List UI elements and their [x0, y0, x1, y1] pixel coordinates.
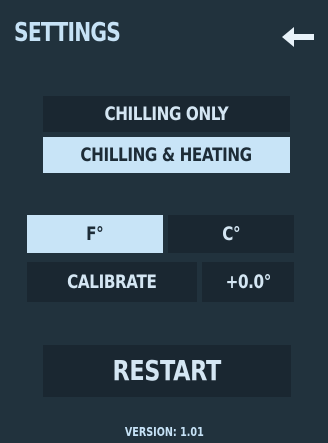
restart-button[interactable]: RESTART — [43, 345, 291, 397]
version-text: VERSION: 1.01 — [0, 425, 328, 439]
calibrate-button[interactable]: CALIBRATE — [27, 262, 197, 302]
back-button[interactable] — [280, 24, 316, 50]
mode-chilling-heating-button[interactable]: CHILLING & HEATING — [43, 137, 290, 173]
arrow-left-icon — [282, 27, 314, 47]
unit-fahrenheit-button[interactable]: F° — [27, 215, 163, 253]
version-label: VERSION: 1.01 — [124, 425, 204, 439]
calibrate-value: +0.0° — [202, 262, 294, 302]
unit-celsius-button[interactable]: C° — [168, 215, 294, 253]
calibrate-value-text: +0.0° — [225, 270, 271, 293]
unit-celsius-label: C° — [222, 222, 240, 245]
mode-chilling-heating-label: CHILLING & HEATING — [80, 143, 253, 166]
calibrate-label: CALIBRATE — [67, 270, 157, 293]
mode-chilling-only-button[interactable]: CHILLING ONLY — [43, 96, 290, 132]
unit-fahrenheit-label: F° — [86, 222, 104, 245]
page-title: SETTINGS — [14, 18, 121, 48]
mode-chilling-only-label: CHILLING ONLY — [104, 102, 229, 125]
header: SETTINGS — [0, 0, 328, 86]
restart-label: RESTART — [112, 354, 222, 387]
